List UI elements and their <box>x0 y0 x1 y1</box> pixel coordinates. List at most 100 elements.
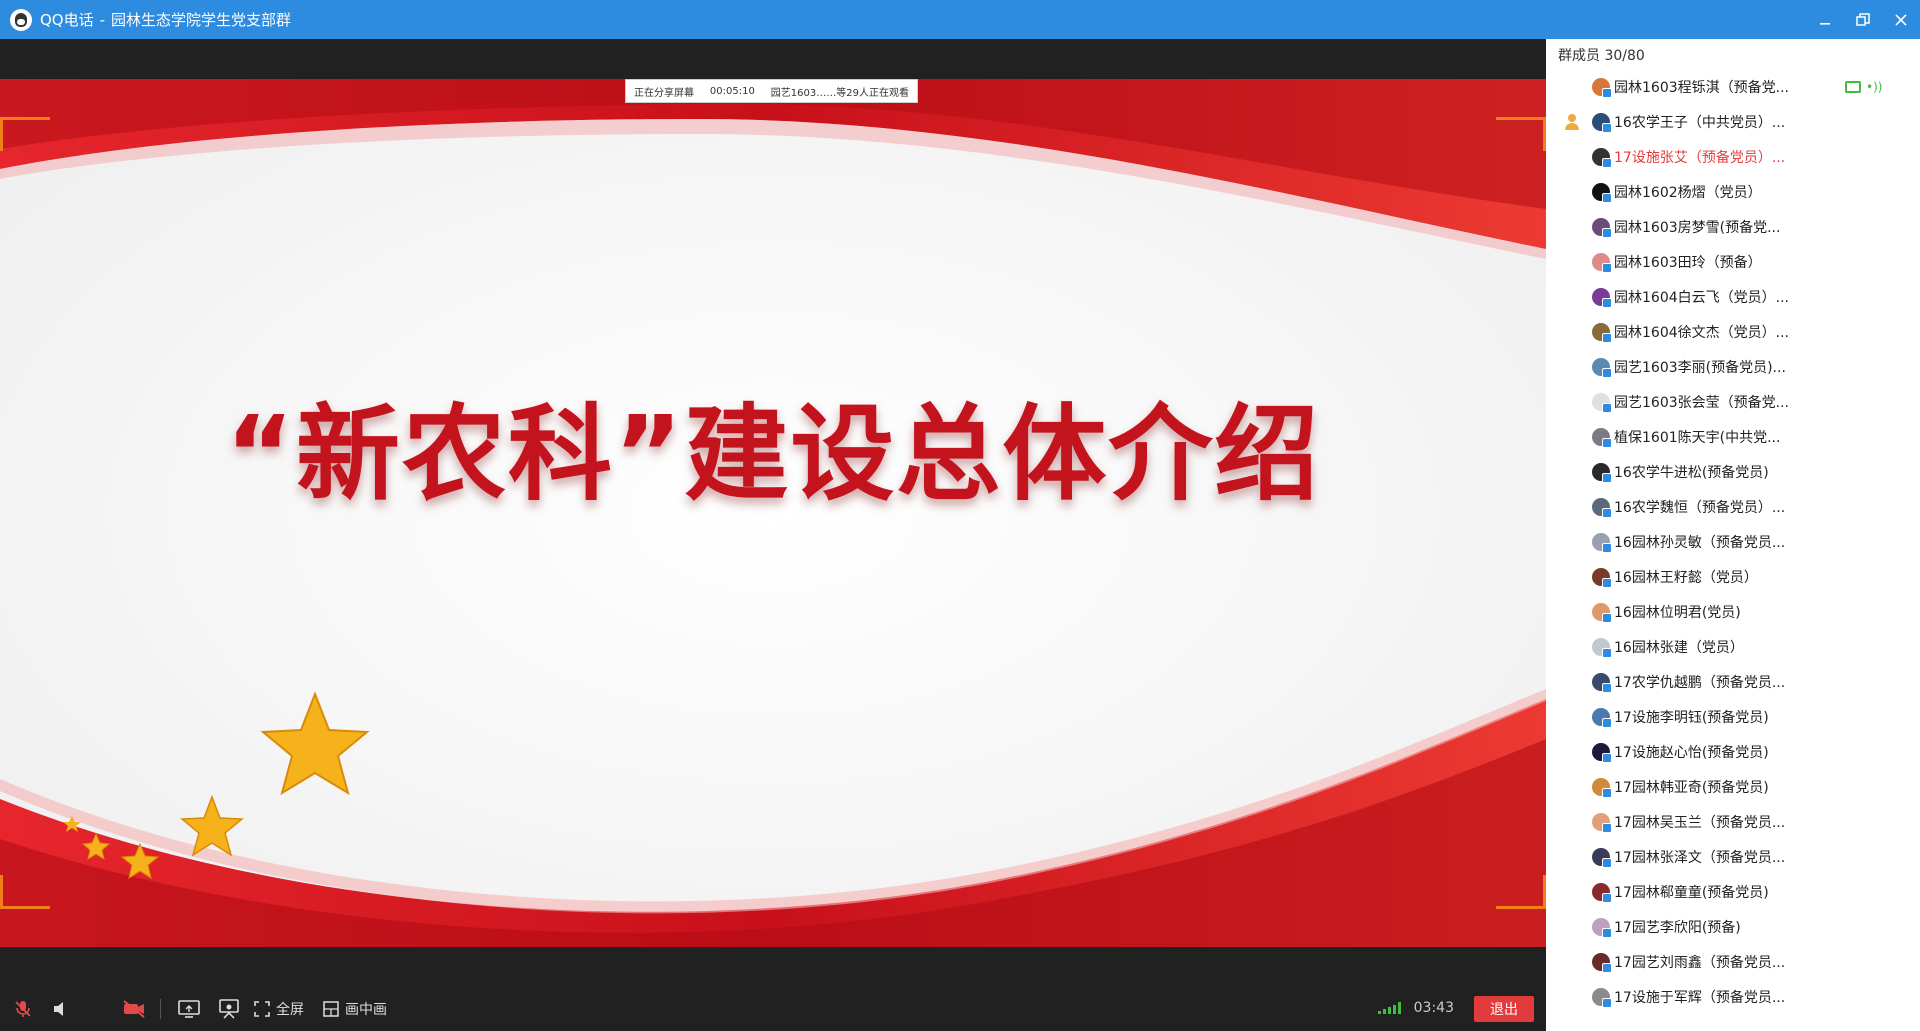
screen-share-button[interactable] <box>169 986 209 1031</box>
member-name: 园艺1603张会莹（预备党... <box>1614 394 1789 411</box>
camera-button[interactable] <box>116 986 152 1031</box>
member-row[interactable]: 17园艺刘雨鑫（预备党员... <box>1546 944 1920 979</box>
avatar <box>1592 217 1612 238</box>
avatar <box>1592 637 1612 658</box>
member-row[interactable]: 17园艺李欣阳(预备) <box>1546 909 1920 944</box>
member-row[interactable]: 园林1603房梦雪(预备党... <box>1546 209 1920 244</box>
member-name: 园艺1603李丽(预备党员)... <box>1614 359 1786 376</box>
member-name: 16农学牛进松(预备党员) <box>1614 464 1769 481</box>
member-name: 园林1602杨熠（党员） <box>1614 184 1762 201</box>
member-row[interactable]: 植保1601陈天宇(中共党... <box>1546 419 1920 454</box>
minimize-button[interactable] <box>1806 0 1844 39</box>
member-name: 17园林张泽文（预备党员... <box>1614 849 1786 866</box>
member-row[interactable]: 园林1603程铄淇（预备党... •)) <box>1546 69 1920 104</box>
member-row[interactable]: 16农学牛进松(预备党员) <box>1546 454 1920 489</box>
member-row[interactable]: 16园林孙灵敏（预备党员... <box>1546 524 1920 559</box>
qq-logo-icon <box>10 8 32 31</box>
member-name: 17设施赵心怡(预备党员) <box>1614 744 1769 761</box>
avatar <box>1592 742 1612 763</box>
member-row[interactable]: 园艺1603李丽(预备党员)... <box>1546 349 1920 384</box>
speaker-button[interactable] <box>46 986 76 1031</box>
member-name: 园林1604徐文杰（党员）... <box>1614 324 1789 341</box>
app-name: QQ电话 <box>40 11 94 29</box>
mic-button[interactable] <box>0 986 46 1031</box>
picture-in-picture-label: 画中画 <box>345 1001 387 1018</box>
member-row[interactable]: 17设施赵心怡(预备党员) <box>1546 734 1920 769</box>
group-name: 园林生态学院学生党支部群 <box>111 11 292 29</box>
share-elapsed-time: 00:05:10 <box>709 85 755 97</box>
screen-share-icon <box>178 999 200 1018</box>
member-row[interactable]: 17园林郗童童(预备党员) <box>1546 874 1920 909</box>
picture-in-picture-icon <box>323 1000 339 1017</box>
member-row[interactable]: 17农学仇越鹏（预备党员... <box>1546 664 1920 699</box>
member-row[interactable]: 16园林位明君(党员) <box>1546 594 1920 629</box>
slide-title: “新农科”建设总体介绍 <box>225 393 1321 515</box>
video-stage: 正在分享屏幕 00:05:10 园艺1603……等29人正在观看 “新农科”建设… <box>0 39 1546 1031</box>
members-list: 园林1603程铄淇（预备党... •)) 16农学王子（中共党员）... 17设施张艾… <box>1546 69 1920 1014</box>
member-row[interactable]: 17园林张泽文（预备党员... <box>1546 839 1920 874</box>
avatar <box>1592 182 1612 203</box>
member-row[interactable]: 园林1602杨熠（党员） <box>1546 174 1920 209</box>
fullscreen-label: 全屏 <box>276 1001 304 1018</box>
host-icon <box>1564 113 1580 130</box>
picture-in-picture-button[interactable]: 画中画 <box>319 986 391 1031</box>
avatar <box>1592 602 1612 623</box>
avatar <box>1592 462 1612 483</box>
member-row[interactable]: 17设施于军辉（预备党员... <box>1546 979 1920 1014</box>
avatar <box>1592 357 1612 378</box>
avatar <box>1592 532 1612 553</box>
member-row[interactable]: 16农学王子（中共党员）... <box>1546 104 1920 139</box>
close-icon <box>1895 13 1907 26</box>
member-row[interactable]: 16园林张建（党员） <box>1546 629 1920 664</box>
window-controls <box>1806 0 1920 39</box>
restore-button[interactable] <box>1844 0 1882 39</box>
member-row[interactable]: 园林1604白云飞（党员）... <box>1546 279 1920 314</box>
members-panel: 群成员 30/80 园林1603程铄淇（预备党... •)) 16农学王子（中共党员… <box>1546 39 1920 1031</box>
member-name: 16园林张建（党员） <box>1614 639 1744 656</box>
member-row[interactable]: 17设施李明钰(预备党员) <box>1546 699 1920 734</box>
presentation-icon <box>219 998 239 1019</box>
toolbar-divider <box>160 998 161 1019</box>
avatar <box>1592 322 1612 343</box>
member-row[interactable]: 园林1603田玲（预备） <box>1546 244 1920 279</box>
member-name: 园林1603田玲（预备） <box>1614 254 1762 271</box>
avatar <box>1592 497 1612 518</box>
frame-corner <box>1496 117 1546 151</box>
member-name: 17设施张艾（预备党员）... <box>1614 149 1786 166</box>
avatar <box>1592 707 1612 728</box>
member-name: 16农学魏恒（预备党员）... <box>1614 499 1786 516</box>
member-row[interactable]: 17设施张艾（预备党员）... <box>1546 139 1920 174</box>
frame-corner <box>0 875 50 909</box>
share-status-bar: 正在分享屏幕 00:05:10 园艺1603……等29人正在观看 <box>625 79 918 103</box>
avatar <box>1592 112 1612 133</box>
fullscreen-button[interactable]: 全屏 <box>249 986 309 1031</box>
member-row[interactable]: 17园林吴玉兰（预备党员... <box>1546 804 1920 839</box>
member-row[interactable]: 16农学魏恒（预备党员）... <box>1546 489 1920 524</box>
call-toolbar: 全屏 画中画 03:43 退出 <box>0 986 1546 1031</box>
member-name: 17园林韩亚奇(预备党员) <box>1614 779 1769 796</box>
avatar <box>1592 427 1612 448</box>
title-separator: - <box>99 10 106 29</box>
member-row[interactable]: 园林1604徐文杰（党员）... <box>1546 314 1920 349</box>
member-name: 17设施于军辉（预备党员... <box>1614 989 1786 1006</box>
member-name: 16农学王子（中共党员）... <box>1614 114 1786 131</box>
member-row[interactable]: 17园林韩亚奇(预备党员) <box>1546 769 1920 804</box>
member-row[interactable]: 16园林王籽懿（党员） <box>1546 559 1920 594</box>
close-button[interactable] <box>1882 0 1920 39</box>
exit-button[interactable]: 退出 <box>1474 996 1534 1022</box>
member-name: 16园林孙灵敏（预备党员... <box>1614 534 1786 551</box>
avatar <box>1592 847 1612 868</box>
avatar <box>1592 252 1612 273</box>
fullscreen-icon <box>254 1000 270 1017</box>
member-name: 17园林吴玉兰（预备党员... <box>1614 814 1786 831</box>
member-name: 17园艺刘雨鑫（预备党员... <box>1614 954 1786 971</box>
avatar <box>1592 392 1612 413</box>
member-name: 园林1603程铄淇（预备党... <box>1614 79 1789 96</box>
frame-corner <box>0 117 50 151</box>
member-row[interactable]: 园艺1603张会莹（预备党... <box>1546 384 1920 419</box>
avatar <box>1592 287 1612 308</box>
member-name: 17农学仇越鹏（预备党员... <box>1614 674 1786 691</box>
avatar <box>1592 917 1612 938</box>
presentation-button[interactable] <box>209 986 249 1031</box>
mic-muted-icon <box>15 1000 31 1017</box>
